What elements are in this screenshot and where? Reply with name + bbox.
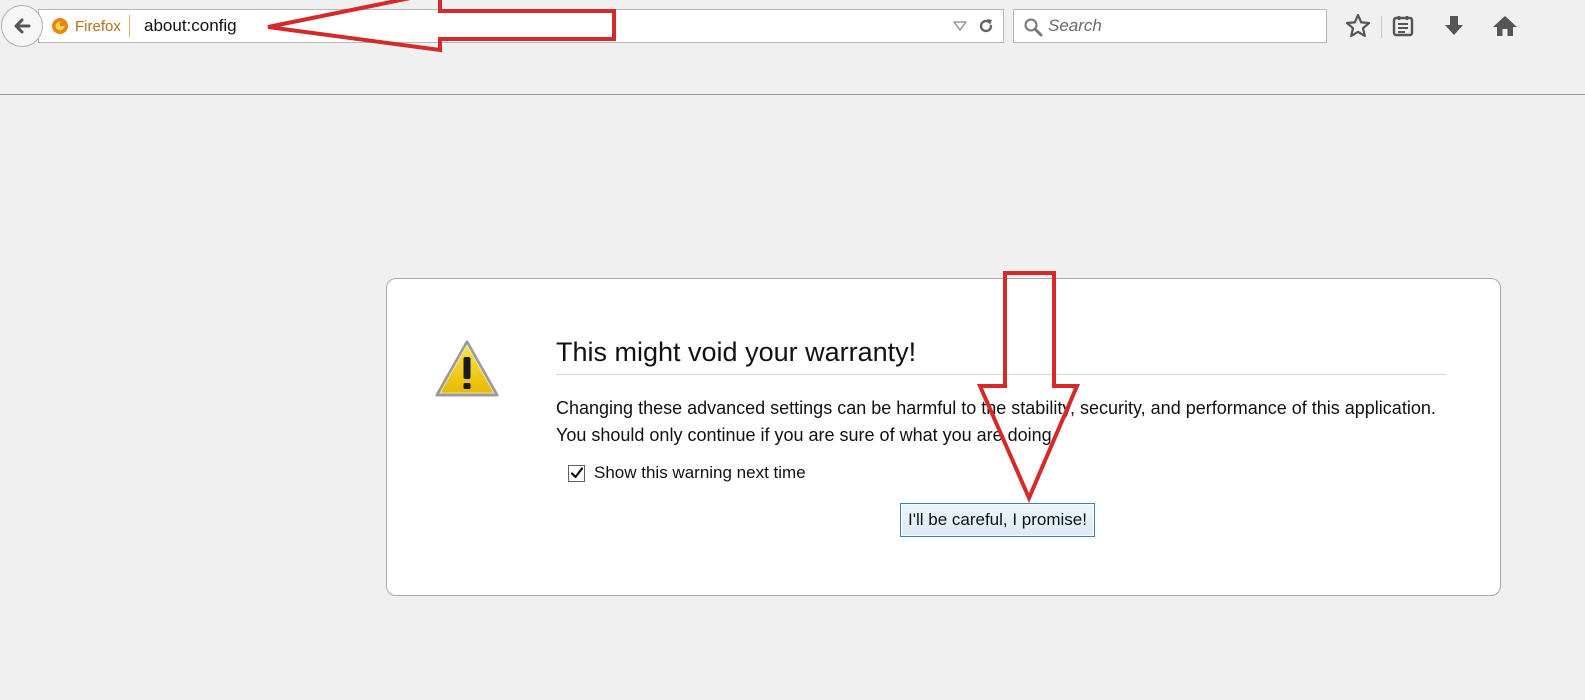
reload-icon[interactable] <box>977 17 995 35</box>
download-arrow-icon <box>1445 16 1463 35</box>
reading-list-button[interactable] <box>1389 12 1417 40</box>
back-button[interactable] <box>1 5 43 47</box>
url-text[interactable]: about:config <box>144 16 237 36</box>
show-warning-checkbox[interactable] <box>568 464 585 482</box>
warning-triangle-icon <box>435 340 499 397</box>
toolbar-separator <box>1381 16 1382 38</box>
browser-toolbar: Firefox about:config <box>0 0 1585 95</box>
checkmark-icon <box>570 467 583 479</box>
identity-box[interactable]: Firefox <box>51 15 130 37</box>
downloads-button[interactable] <box>1440 12 1468 40</box>
show-warning-option[interactable]: Show this warning next time <box>568 463 806 483</box>
identity-label: Firefox <box>75 17 121 35</box>
warning-title: This might void your warranty! <box>556 337 1446 375</box>
search-icon <box>1024 18 1043 37</box>
home-button[interactable] <box>1491 12 1519 40</box>
search-bar[interactable] <box>1013 9 1327 43</box>
home-icon <box>1493 16 1517 36</box>
warning-message: Changing these advanced settings can be … <box>556 398 1436 445</box>
bookmark-button[interactable] <box>1344 12 1372 40</box>
show-warning-label[interactable]: Show this warning next time <box>594 463 806 483</box>
warning-box: This might void your warranty! Changing … <box>386 278 1501 596</box>
search-input[interactable] <box>1048 14 1318 38</box>
url-bar[interactable]: Firefox about:config <box>38 9 1004 43</box>
star-icon <box>1345 13 1371 38</box>
dropdown-triangle-icon[interactable] <box>953 21 967 31</box>
firefox-icon <box>52 18 68 34</box>
back-arrow-icon <box>14 18 31 34</box>
reading-list-icon <box>1392 16 1414 37</box>
accept-risk-button[interactable]: I'll be careful, I promise! <box>900 503 1095 537</box>
